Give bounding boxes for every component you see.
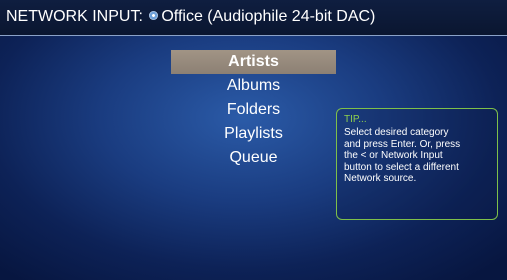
menu-item-queue[interactable]: Queue <box>171 146 336 170</box>
source-name: Office (Audiophile 24-bit DAC) <box>161 8 376 25</box>
header-title: NETWORK INPUT: Office (Audiophile 24-bit… <box>6 8 375 26</box>
network-input-screen: NETWORK INPUT: Office (Audiophile 24-bit… <box>0 0 507 280</box>
tip-body: Select desired category and press Enter.… <box>344 127 491 185</box>
tip-line: Network source. <box>344 173 417 184</box>
network-source-icon <box>149 11 159 20</box>
category-menu: Artists Albums Folders Playlists Queue <box>171 50 336 170</box>
tip-title: TIP... <box>344 114 367 125</box>
tip-line: the < or Network Input <box>344 150 443 161</box>
header-label: NETWORK INPUT: <box>6 8 143 25</box>
tip-line: and press Enter. Or, press <box>344 138 461 150</box>
tip-box: TIP... Select desired category and press… <box>336 108 498 220</box>
header-divider <box>0 35 507 36</box>
tip-line: button to select a different <box>344 161 459 173</box>
header-bar: NETWORK INPUT: Office (Audiophile 24-bit… <box>0 0 507 35</box>
menu-item-artists[interactable]: Artists <box>171 50 336 74</box>
menu-item-playlists[interactable]: Playlists <box>171 122 336 146</box>
tip-line: Select desired category <box>344 127 449 138</box>
menu-item-folders[interactable]: Folders <box>171 98 336 122</box>
menu-item-albums[interactable]: Albums <box>171 74 336 98</box>
